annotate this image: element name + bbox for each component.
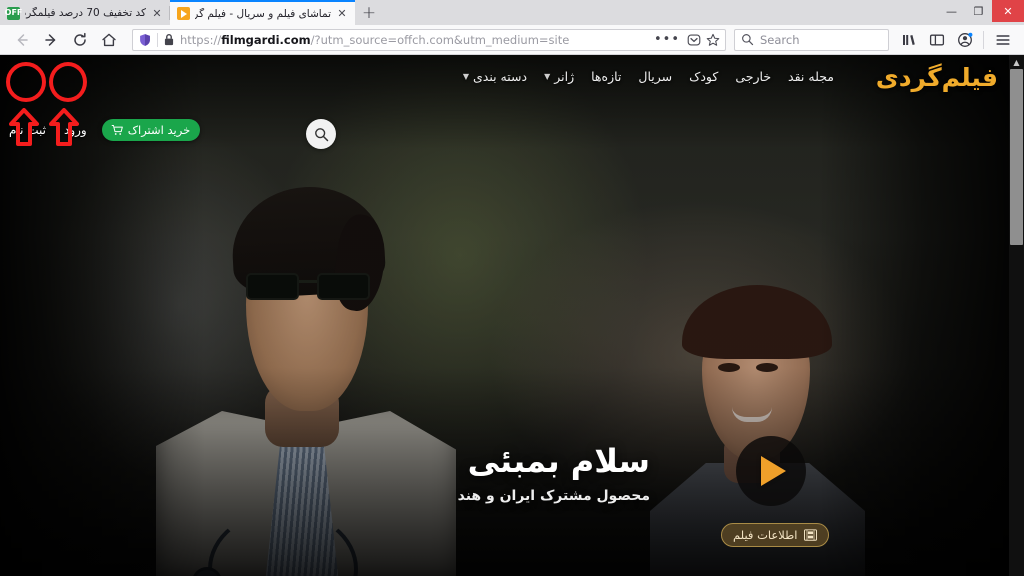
tracking-protection-shield-icon[interactable] — [138, 33, 152, 47]
tab-discount[interactable]: OFF کد تخفیف 70 درصد فیلمگردی به ✕ — [0, 1, 170, 25]
hamburger-menu-icon — [995, 34, 1010, 45]
restore-button[interactable]: ❐ — [965, 0, 992, 22]
tab-close-button[interactable]: ✕ — [151, 8, 163, 19]
search-icon — [314, 127, 328, 141]
site-search-button[interactable] — [306, 119, 336, 149]
film-strip-icon — [803, 529, 817, 541]
nav-item-label: سریال — [638, 69, 673, 84]
web-page: فیلم‌گردی دسته بندی ▼ ژانر ▼ تازه‌ها سری… — [0, 55, 1024, 576]
login-button[interactable]: ورود — [55, 119, 96, 141]
reload-button[interactable] — [66, 28, 93, 52]
subscribe-label: خرید اشتراک — [127, 123, 191, 137]
film-info-label: اطلاعات فیلم — [733, 528, 798, 542]
chevron-down-icon: ▼ — [544, 72, 551, 81]
reload-icon — [73, 32, 86, 46]
nav-item-label: کودک — [689, 69, 719, 84]
film-info-button[interactable]: اطلاعات فیلم — [721, 523, 829, 547]
browser-chrome: OFF کد تخفیف 70 درصد فیلمگردی به ✕ تماشا… — [0, 0, 1024, 55]
browser-search-bar[interactable]: Search — [734, 28, 889, 51]
register-button[interactable]: ثبت نام — [0, 119, 55, 141]
home-button[interactable] — [95, 28, 122, 52]
sidebar-icon — [929, 34, 944, 45]
forward-button[interactable] — [37, 28, 64, 52]
tab-close-button[interactable]: ✕ — [336, 8, 348, 19]
page-actions-button[interactable]: ••• — [652, 32, 682, 47]
play-icon — [761, 456, 786, 486]
hero-play-button[interactable] — [736, 436, 806, 506]
nav-item-kids[interactable]: کودک — [689, 69, 718, 84]
search-icon — [742, 34, 754, 46]
nav-item-label: مجله نقد — [788, 69, 834, 84]
library-button[interactable] — [895, 28, 922, 52]
window-controls: — ❐ ✕ — [938, 0, 1024, 22]
nav-item-magazine[interactable]: مجله نقد — [788, 69, 834, 84]
tab-title: کد تخفیف 70 درصد فیلمگردی به — [25, 7, 146, 19]
nav-item-label: خارجی — [735, 69, 772, 84]
library-icon — [902, 34, 915, 45]
nav-item-foreign[interactable]: خارجی — [735, 69, 771, 84]
address-bar[interactable]: https://filmgardi.com/?utm_source=offch.… — [132, 28, 726, 51]
account-actions: ثبت نام ورود خرید اشتراک — [0, 119, 201, 141]
nav-item-new[interactable]: تازه‌ها — [591, 69, 621, 84]
cart-icon — [111, 125, 123, 135]
arrow-left-icon — [17, 33, 28, 46]
nav-item-label: تازه‌ها — [591, 69, 622, 84]
nav-item-series[interactable]: سریال — [638, 69, 672, 84]
chevron-down-icon: ▼ — [462, 72, 469, 81]
hero-subtitle: محصول مشترک ایران و هند — [457, 487, 650, 504]
search-input[interactable]: Search — [760, 33, 800, 47]
tab-strip: OFF کد تخفیف 70 درصد فیلمگردی به ✕ تماشا… — [0, 0, 1024, 25]
main-navigation: دسته بندی ▼ ژانر ▼ تازه‌ها سریال کودک خا — [463, 69, 834, 84]
back-button[interactable] — [8, 28, 35, 52]
nav-item-categories[interactable]: دسته بندی ▼ — [463, 69, 527, 84]
browser-window: فیلم‌گردی دسته بندی ▼ ژانر ▼ تازه‌ها سری… — [0, 0, 1024, 576]
sidebar-button[interactable] — [923, 28, 950, 52]
nav-item-label: دسته بندی — [472, 69, 528, 84]
page-scrollbar[interactable]: ▲ — [1009, 55, 1024, 576]
hero-text-block: سلام بمبئی محصول مشترک ایران و هند — [458, 443, 650, 504]
minimize-button[interactable]: — — [938, 0, 965, 22]
scroll-up-arrow-icon[interactable]: ▲ — [1009, 55, 1024, 69]
tab-title: تماشای فیلم و سریال - فیلم گردی — [195, 7, 331, 20]
hero-title: سلام بمبئی — [467, 442, 650, 480]
scrollbar-thumb[interactable] — [1010, 69, 1023, 245]
toolbar-right-buttons — [895, 28, 1016, 52]
star-icon[interactable] — [706, 33, 720, 47]
tab-filmgardi[interactable]: تماشای فیلم و سریال - فیلم گردی ✕ — [170, 0, 355, 25]
nav-item-genre[interactable]: ژانر ▼ — [544, 69, 574, 84]
padlock-icon[interactable] — [163, 33, 175, 46]
url-text: https://filmgardi.com/?utm_source=offch.… — [180, 32, 570, 47]
arrow-right-icon — [44, 33, 55, 46]
pocket-icon[interactable] — [687, 33, 701, 47]
account-icon — [957, 32, 972, 47]
navigation-toolbar: https://filmgardi.com/?utm_source=offch.… — [0, 25, 1024, 55]
discount-favicon: OFF — [5, 6, 22, 20]
new-tab-button[interactable]: + — [355, 1, 383, 25]
home-icon — [101, 33, 116, 46]
nav-item-label: ژانر — [554, 69, 575, 84]
close-button[interactable]: ✕ — [992, 0, 1024, 22]
subscribe-button[interactable]: خرید اشتراک — [101, 119, 201, 141]
account-button[interactable] — [951, 28, 978, 52]
filmgardi-favicon — [177, 7, 190, 20]
menu-button[interactable] — [989, 28, 1016, 52]
site-header: فیلم‌گردی دسته بندی ▼ ژانر ▼ تازه‌ها سری… — [0, 55, 1024, 103]
site-logo[interactable]: فیلم‌گردی — [876, 63, 998, 92]
